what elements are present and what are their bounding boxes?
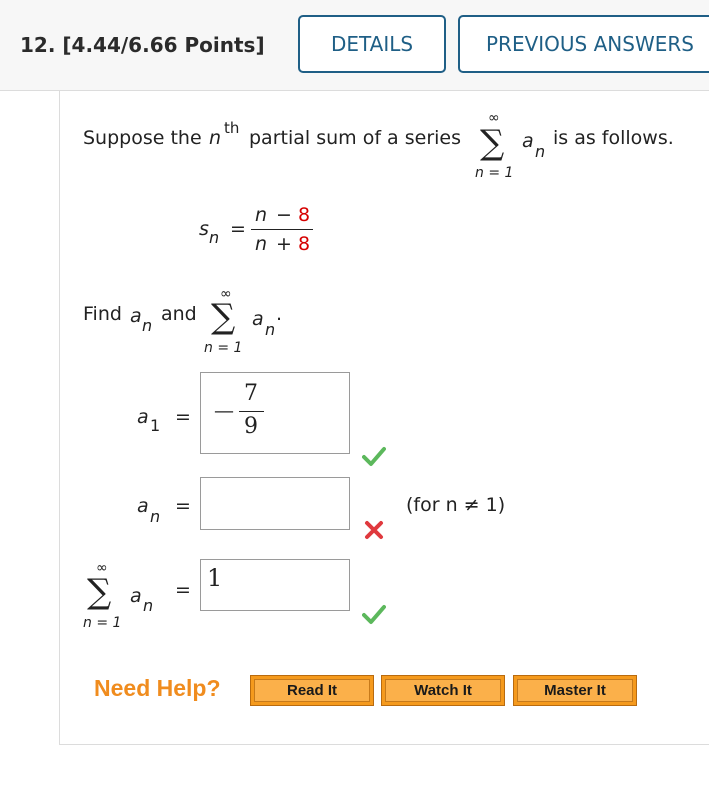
- details-button[interactable]: DETAILS: [298, 15, 446, 73]
- previous-answers-button[interactable]: PREVIOUS ANSWERS: [458, 15, 709, 73]
- correct-check-icon: [362, 605, 386, 624]
- sn-num-const: 8: [298, 204, 311, 226]
- read-it-label: Read It: [254, 679, 370, 702]
- find-a: a: [130, 305, 142, 327]
- sn-equals: =: [230, 218, 246, 240]
- intro-prefix: Suppose the: [83, 127, 202, 149]
- find-period: .: [276, 303, 283, 325]
- term-sub-2: n: [265, 320, 276, 339]
- an-note: (for n ≠ 1): [406, 494, 506, 516]
- sn-sub: n: [209, 228, 220, 247]
- master-it-label: Master It: [517, 679, 633, 702]
- term-a-2: a: [252, 308, 264, 330]
- a1-numerator: 7: [244, 381, 258, 406]
- watch-it-label: Watch It: [385, 679, 501, 702]
- an-answer-field[interactable]: [200, 477, 350, 530]
- sum-lower-1: n = 1: [475, 165, 514, 181]
- a1-equals: =: [175, 406, 191, 428]
- term-a-1: a: [522, 130, 534, 152]
- a1-denominator: 9: [244, 414, 258, 439]
- sum-answer-field[interactable]: [200, 559, 350, 611]
- intro-n: n: [209, 127, 222, 149]
- sn-den-op: +: [276, 233, 292, 255]
- sigma-icon: ∑: [87, 572, 112, 612]
- sum-lower-2: n = 1: [204, 340, 243, 356]
- an-label-sub: n: [150, 507, 161, 526]
- find-prefix: Find: [83, 303, 122, 325]
- intro-suffix: is as follows.: [553, 127, 674, 149]
- intro-sup: th: [224, 119, 240, 137]
- master-it-button[interactable]: Master It: [513, 675, 637, 706]
- a1-minus: —: [214, 398, 234, 422]
- sigma-icon: ∑: [211, 297, 236, 337]
- term-a-3: a: [130, 585, 142, 607]
- sigma-icon: ∑: [480, 123, 505, 163]
- sn-s: s: [199, 218, 209, 240]
- find-and: and: [161, 303, 197, 325]
- find-a-sub: n: [142, 316, 153, 335]
- sn-fraction-bar: [251, 229, 313, 230]
- an-label: a: [137, 495, 149, 517]
- a1-fraction-bar: [239, 411, 264, 412]
- sum-equals: =: [175, 579, 191, 601]
- sn-den-var: n: [255, 233, 268, 255]
- read-it-button[interactable]: Read It: [250, 675, 374, 706]
- an-equals: =: [175, 495, 191, 517]
- a1-label: a: [137, 406, 149, 428]
- correct-check-icon: [362, 447, 386, 466]
- a1-label-sub: 1: [150, 416, 161, 435]
- term-sub-3: n: [143, 596, 154, 615]
- term-sub-1: n: [535, 142, 546, 161]
- sn-num-var: n: [255, 204, 268, 226]
- sn-den-const: 8: [298, 233, 311, 255]
- question-header: 12. [4.44/6.66 Points] DETAILS PREVIOUS …: [0, 0, 709, 91]
- need-help-label: Need Help?: [94, 675, 221, 701]
- sum-lower-3: n = 1: [83, 615, 122, 631]
- incorrect-x-icon: [365, 521, 383, 539]
- sn-num-op: −: [276, 204, 292, 226]
- question-title: 12. [4.44/6.66 Points]: [20, 33, 265, 57]
- intro-mid: partial sum of a series: [249, 127, 461, 149]
- watch-it-button[interactable]: Watch It: [381, 675, 505, 706]
- sum-answer-value: 1: [207, 564, 223, 592]
